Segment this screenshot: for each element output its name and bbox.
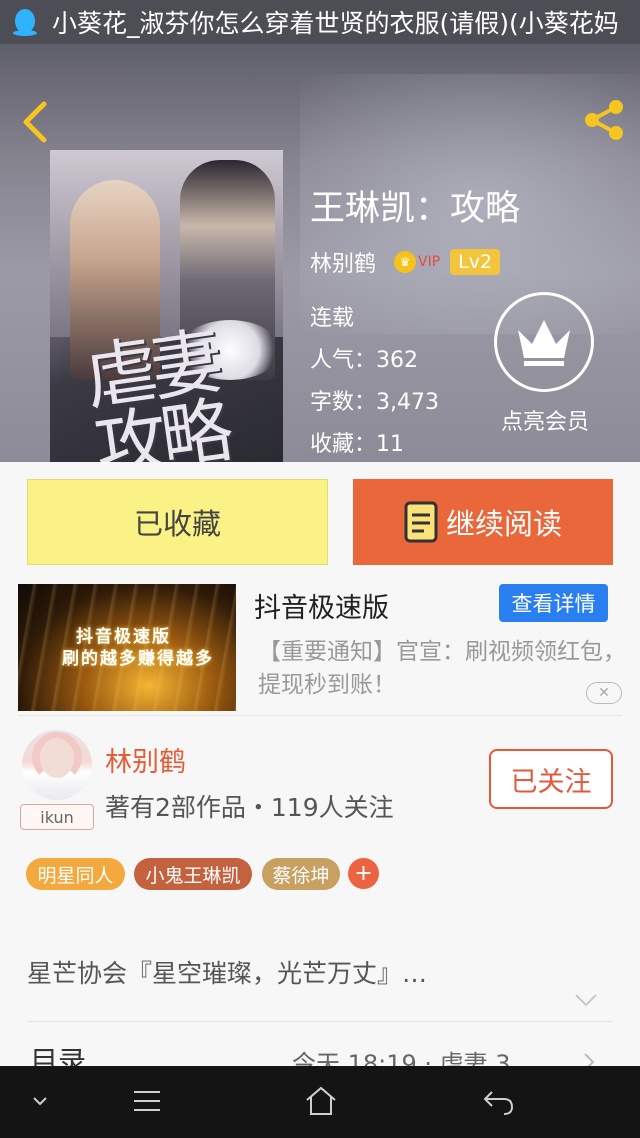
avatar[interactable] <box>22 730 92 800</box>
member-button[interactable] <box>494 292 594 392</box>
ad-description[interactable]: 【重要通知】官宣：刷视频领红包，提现秒到账！ <box>258 636 630 702</box>
back-arrow-icon[interactable] <box>18 100 54 144</box>
continue-reading-label: 继续阅读 <box>445 507 562 541</box>
writer-info: 著有2部作品・119人关注 <box>105 793 394 822</box>
book-author[interactable]: 林别鹤 <box>310 246 376 278</box>
continue-reading-button[interactable]: 继续阅读 <box>353 479 613 565</box>
chevron-down-icon[interactable] <box>30 1084 50 1120</box>
cover-title-art: 虐妻攻略 <box>80 318 233 462</box>
ad-detail-button[interactable]: 查看详情 <box>499 584 608 622</box>
status-bar: 小葵花_淑芬你怎么穿着世贤的衣服(请假)(小葵花妈 <box>0 0 640 44</box>
add-tag-button[interactable]: + <box>348 858 379 889</box>
ad-image[interactable]: 抖音极速版 刷的越多赚得越多 <box>18 584 236 711</box>
favorited-button[interactable]: 已收藏 <box>27 479 328 565</box>
author-row: 林别鹤 ♛ VIP Lv2 <box>310 246 501 278</box>
favorites-stat: 收藏：11 <box>310 432 405 457</box>
ad-image-slogan: 刷的越多赚得越多 <box>62 649 214 669</box>
tag-chip[interactable]: 明星同人 <box>26 858 125 890</box>
tag-chip[interactable]: 小鬼王琳凯 <box>134 858 252 890</box>
level-badge: Lv2 <box>450 249 501 275</box>
book-status: 连载 <box>310 306 355 331</box>
crown-icon <box>518 320 570 366</box>
book-cover[interactable]: 虐妻攻略 <box>50 150 283 462</box>
share-icon[interactable] <box>580 98 628 142</box>
divider <box>18 715 622 716</box>
back-icon[interactable] <box>482 1084 514 1120</box>
ad-title[interactable]: 抖音极速版 <box>254 586 389 625</box>
follow-button[interactable]: 已关注 <box>489 749 613 809</box>
book-icon <box>404 501 438 543</box>
word-count-stat: 字数：3,473 <box>310 390 439 415</box>
member-label[interactable]: 点亮会员 <box>490 404 600 436</box>
tag-chip[interactable]: 蔡徐坤 <box>262 858 340 890</box>
close-icon[interactable]: ✕ <box>586 682 622 704</box>
system-nav-bar <box>0 1066 640 1138</box>
menu-icon[interactable] <box>132 1084 162 1120</box>
book-intro[interactable]: 星芒协会『星空璀璨，光芒万丈』… <box>27 954 427 990</box>
divider <box>27 1021 613 1022</box>
book-title: 王琳凯：攻略 <box>310 189 521 229</box>
fan-badge: ikun <box>20 804 94 830</box>
crown-icon: ♛ <box>394 251 417 273</box>
qq-penguin-icon <box>13 9 37 36</box>
popularity-stat: 人气：362 <box>310 348 419 373</box>
vip-badge: ♛ VIP <box>394 251 440 273</box>
chevron-down-icon[interactable] <box>574 992 598 1008</box>
writer-name[interactable]: 林别鹤 <box>105 740 186 779</box>
home-icon[interactable] <box>304 1084 338 1120</box>
notification-title: 小葵花_淑芬你怎么穿着世贤的衣服(请假)(小葵花妈 <box>52 9 619 38</box>
